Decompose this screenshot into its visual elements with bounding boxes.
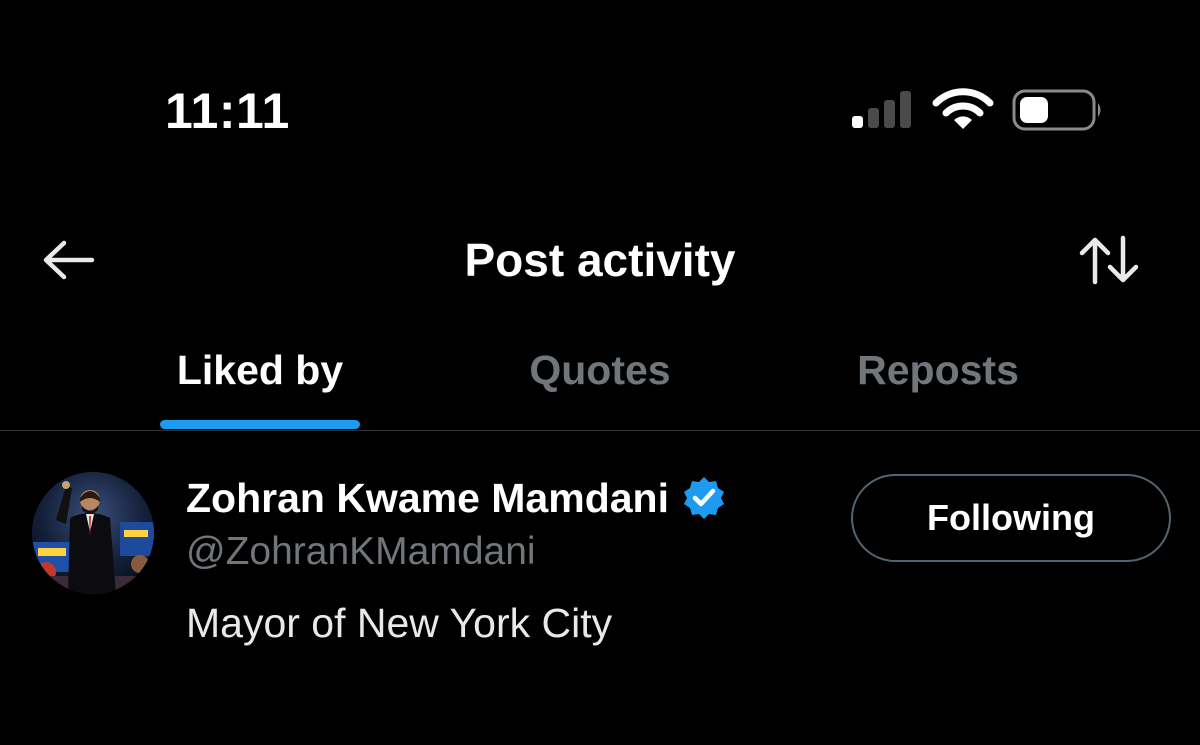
signal-icon	[852, 91, 911, 128]
tab-quotes[interactable]: Quotes	[480, 340, 720, 430]
tab-reposts[interactable]: Reposts	[818, 340, 1058, 430]
user-bio: Mayor of New York City	[186, 600, 613, 646]
sort-arrows-icon	[1079, 235, 1139, 285]
active-tab-indicator	[160, 420, 360, 429]
tab-bar: Liked by Quotes Reposts	[0, 330, 1200, 430]
wifi-icon	[932, 88, 994, 129]
user-name-line: Zohran Kwame Mamdani	[186, 473, 727, 523]
tab-liked-by[interactable]: Liked by	[160, 340, 360, 430]
avatar[interactable]	[32, 472, 154, 594]
user-name[interactable]: Zohran Kwame Mamdani	[186, 473, 669, 523]
verified-badge-icon	[683, 477, 724, 519]
page-title: Post activity	[464, 234, 736, 286]
following-button[interactable]: Following	[851, 474, 1171, 562]
avatar-image	[32, 472, 154, 594]
sort-button[interactable]	[1076, 232, 1142, 288]
user-handle: @ZohranKMamdani	[186, 530, 536, 573]
status-time: 11:11	[165, 83, 290, 139]
status-bar: 11:11	[0, 0, 1200, 200]
header: Post activity	[0, 215, 1200, 305]
battery-icon	[1012, 89, 1101, 131]
user-list-item[interactable]: Zohran Kwame Mamdani @ZohranKMamdani May…	[0, 431, 1200, 745]
